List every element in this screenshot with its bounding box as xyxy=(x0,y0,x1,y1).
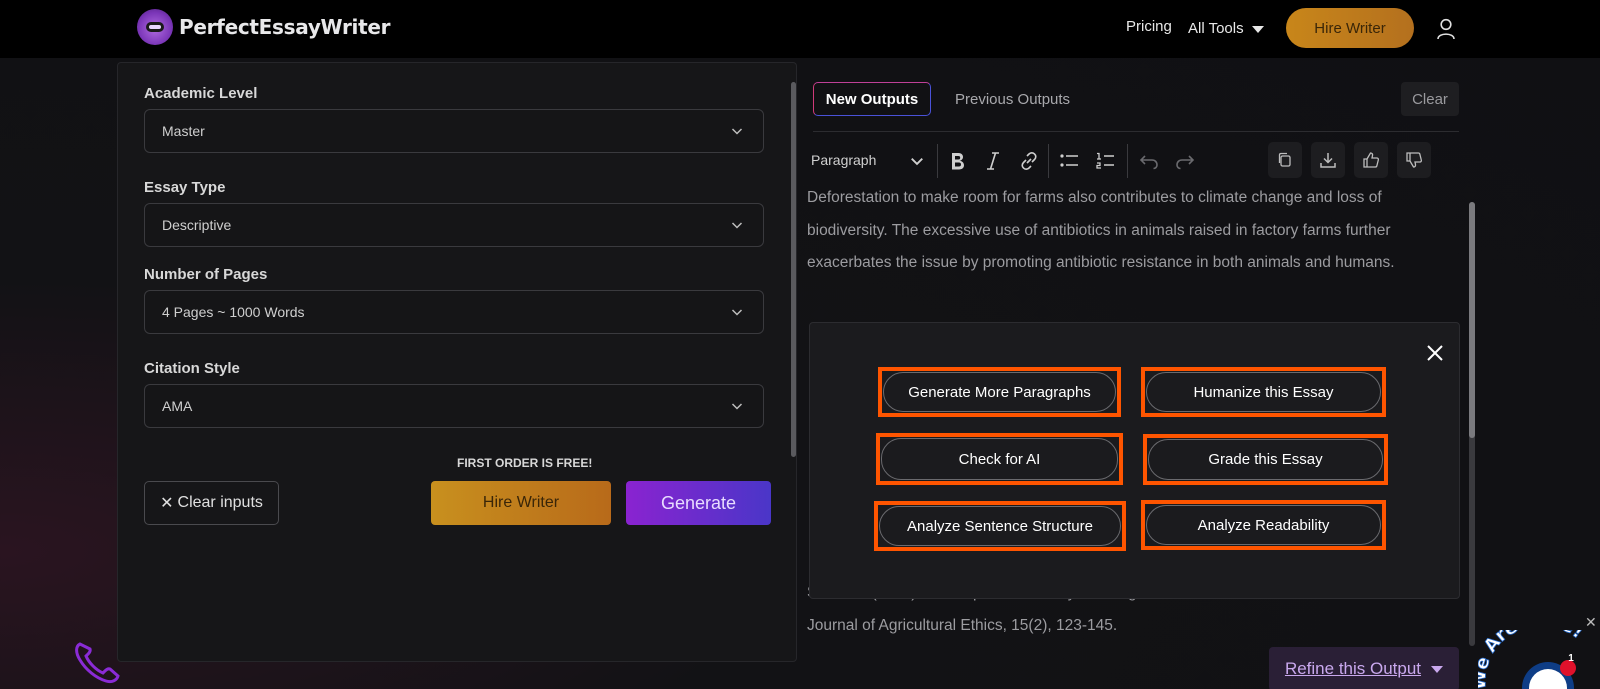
paragraph-format-label: Paragraph xyxy=(811,152,877,168)
logo-text: PerfectEssayWriter xyxy=(179,15,391,39)
toolbar-divider xyxy=(1048,144,1049,178)
generate-more-paragraphs-label: Generate More Paragraphs xyxy=(883,372,1116,412)
nav-all-tools-dropdown[interactable]: All Tools xyxy=(1188,20,1264,37)
analyze-readability-button[interactable]: Analyze Readability xyxy=(1141,500,1386,550)
essay-actions-modal: Generate More Paragraphs Humanize this E… xyxy=(809,322,1460,599)
humanize-essay-button[interactable]: Humanize this Essay xyxy=(1141,367,1386,417)
essay-line: biodiversity. The excessive use of antib… xyxy=(807,221,1391,239)
robot-logo-icon xyxy=(137,9,173,45)
thumbs-up-button[interactable] xyxy=(1354,142,1388,178)
analyze-sentence-structure-button[interactable]: Analyze Sentence Structure xyxy=(874,501,1126,551)
essay-settings-panel: Academic Level Master Essay Type Descrip… xyxy=(117,62,797,662)
essay-paragraph: Deforestation to make room for farms als… xyxy=(807,186,1395,284)
copy-button[interactable] xyxy=(1268,142,1302,178)
num-pages-select[interactable]: 4 Pages ~ 1000 Words xyxy=(144,290,764,334)
academic-level-label: Academic Level xyxy=(144,85,258,102)
thumbs-down-icon xyxy=(1406,152,1423,168)
toolbar-divider xyxy=(937,144,938,178)
logo[interactable]: PerfectEssayWriter xyxy=(137,9,390,45)
hire-writer-button[interactable]: Hire Writer xyxy=(431,481,611,525)
output-scrollbar[interactable] xyxy=(1469,202,1475,438)
chat-widget-graphic: We Are Here! xyxy=(1469,609,1588,689)
citation-style-label: Citation Style xyxy=(144,360,240,377)
header-hire-writer-button[interactable]: Hire Writer xyxy=(1286,8,1414,48)
bold-icon[interactable] xyxy=(946,150,968,172)
chevron-down-icon xyxy=(731,309,743,316)
citation-style-value: AMA xyxy=(162,398,193,414)
phone-icon[interactable] xyxy=(72,638,122,684)
chevron-down-icon xyxy=(731,222,743,229)
close-icon[interactable] xyxy=(1425,343,1445,363)
chevron-down-icon xyxy=(731,128,743,135)
grade-essay-label: Grade this Essay xyxy=(1148,439,1383,480)
check-for-ai-button[interactable]: Check for AI xyxy=(876,433,1123,485)
analyze-readability-label: Analyze Readability xyxy=(1146,505,1381,545)
academic-level-select[interactable]: Master xyxy=(144,109,764,153)
caret-down-icon xyxy=(1431,665,1444,673)
citation-style-select[interactable]: AMA xyxy=(144,384,764,428)
italic-icon[interactable] xyxy=(982,150,1004,172)
settings-scrollbar[interactable] xyxy=(791,82,796,457)
essay-type-label: Essay Type xyxy=(144,179,226,196)
essay-line: Journal of Agricultural Ethics, 15(2), 1… xyxy=(807,616,1118,634)
divider xyxy=(813,131,1459,132)
essay-type-value: Descriptive xyxy=(162,217,232,233)
thumbs-up-icon xyxy=(1363,152,1380,168)
num-pages-value: 4 Pages ~ 1000 Words xyxy=(162,304,305,320)
chat-badge-count: 1 xyxy=(1568,653,1574,664)
chevron-down-icon xyxy=(731,403,743,410)
link-icon[interactable] xyxy=(1018,150,1040,172)
essay-line: exacerbates the issue by promoting antib… xyxy=(807,254,1395,271)
tab-new-outputs[interactable]: New Outputs xyxy=(813,82,931,116)
chevron-down-icon xyxy=(911,158,923,166)
clear-output-button[interactable]: Clear xyxy=(1401,82,1459,116)
nav-pricing-link[interactable]: Pricing xyxy=(1126,18,1172,35)
analyze-sentence-structure-label: Analyze Sentence Structure xyxy=(879,506,1121,546)
close-icon: ✕ xyxy=(160,495,174,512)
bullet-list-icon[interactable] xyxy=(1058,150,1080,172)
num-pages-label: Number of Pages xyxy=(144,266,268,283)
undo-icon[interactable] xyxy=(1138,150,1160,172)
tab-previous-outputs[interactable]: Previous Outputs xyxy=(955,91,1070,108)
numbered-list-icon[interactable] xyxy=(1094,150,1116,172)
essay-line: Deforestation to make room for farms als… xyxy=(807,189,1382,206)
top-header: PerfectEssayWriter Pricing All Tools Hir… xyxy=(0,0,1600,58)
humanize-essay-label: Humanize this Essay xyxy=(1146,372,1381,412)
first-order-note: FIRST ORDER IS FREE! xyxy=(457,456,593,470)
copy-icon xyxy=(1278,152,1291,167)
download-button[interactable] xyxy=(1311,142,1345,178)
essay-type-select[interactable]: Descriptive xyxy=(144,203,764,247)
refine-output-dropdown[interactable]: Refine this Output xyxy=(1269,647,1459,689)
generate-button[interactable]: Generate xyxy=(626,481,771,525)
redo-icon[interactable] xyxy=(1174,150,1196,172)
generate-more-paragraphs-button[interactable]: Generate More Paragraphs xyxy=(878,367,1121,417)
clear-inputs-button[interactable]: ✕ Clear inputs xyxy=(144,481,279,525)
academic-level-value: Master xyxy=(162,123,205,139)
chat-widget[interactable]: We Are Here! 1 xyxy=(1469,609,1600,689)
check-for-ai-label: Check for AI xyxy=(881,438,1118,480)
user-icon[interactable] xyxy=(1436,18,1456,40)
nav-all-tools-label: All Tools xyxy=(1188,20,1244,37)
download-icon xyxy=(1320,153,1336,168)
toolbar-divider xyxy=(1127,144,1128,178)
thumbs-down-button[interactable] xyxy=(1397,142,1431,178)
caret-down-icon xyxy=(1251,26,1264,33)
grade-essay-button[interactable]: Grade this Essay xyxy=(1143,434,1388,485)
clear-inputs-label: Clear inputs xyxy=(177,494,263,511)
chat-badge-close-icon[interactable]: ✕ xyxy=(1585,614,1597,631)
refine-output-label: Refine this Output xyxy=(1284,659,1422,678)
